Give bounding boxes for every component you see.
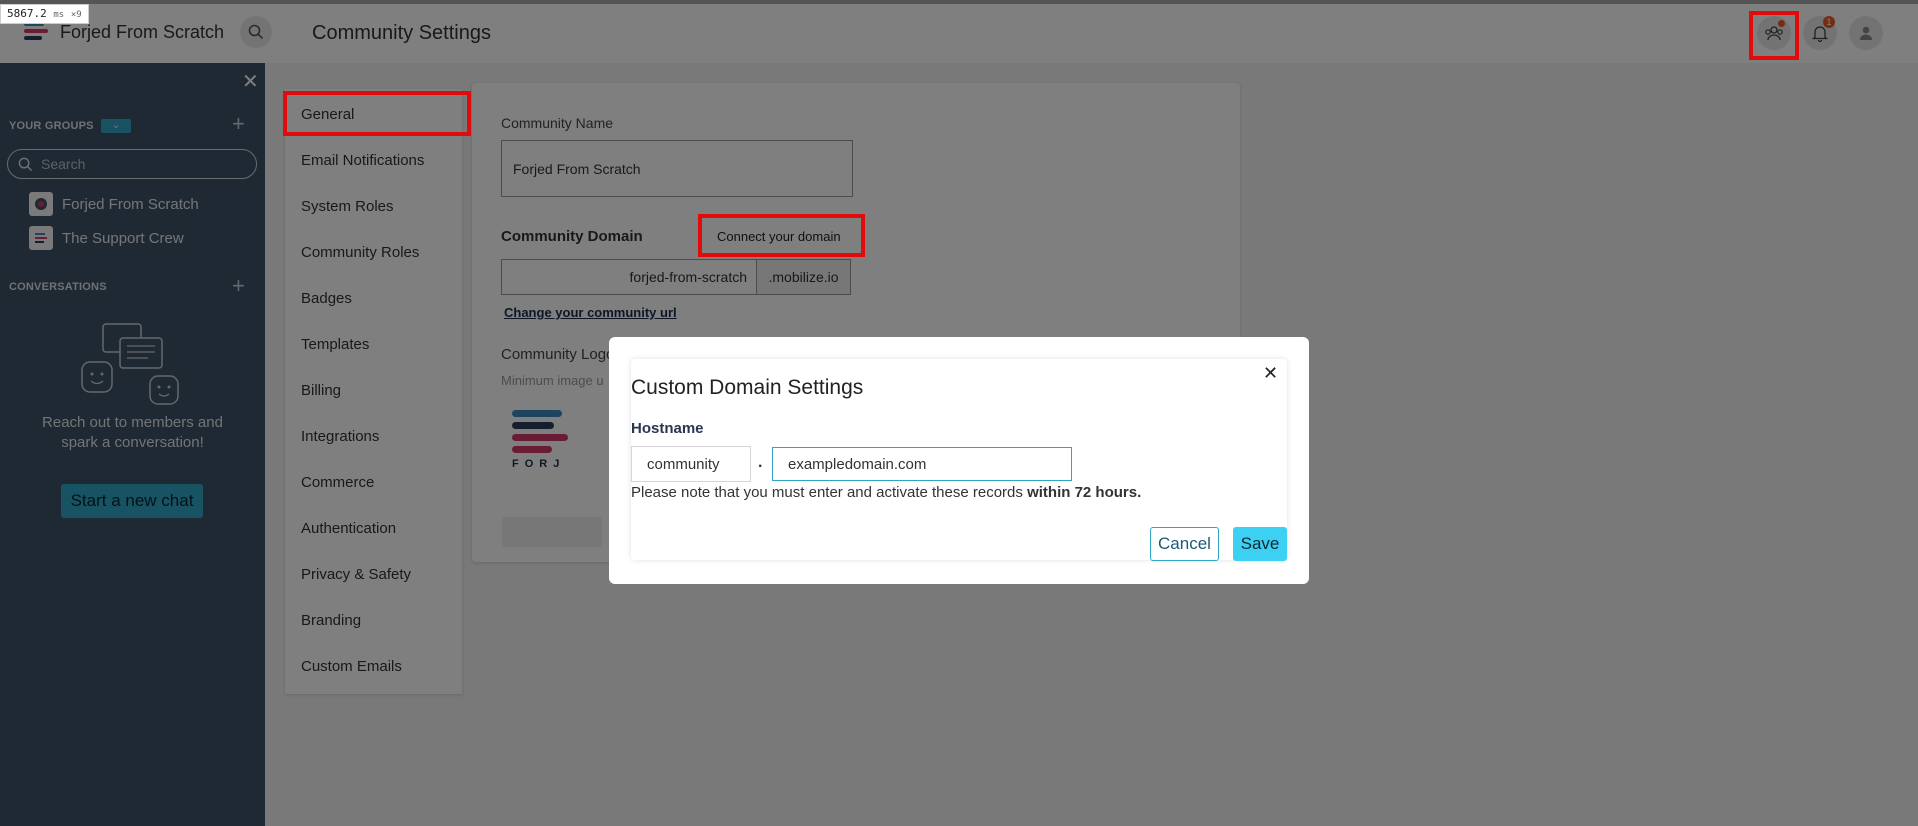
highlight-members-button [1749,11,1799,60]
hostname-domain-input[interactable] [772,447,1072,481]
perf-unit: ms [53,10,65,20]
perf-suffix: ×9 [70,10,82,20]
hostname-separator: . [758,454,763,471]
highlight-connect-domain [698,214,865,257]
modal-note-text: Please note that you must enter and acti… [631,484,1028,501]
modal-close-icon[interactable]: ✕ [1263,363,1278,384]
cancel-button[interactable]: Cancel [1150,527,1219,561]
modal-note-deadline: within 72 hours. [1027,484,1142,501]
save-button[interactable]: Save [1233,527,1287,561]
hostname-subdomain-input[interactable] [631,446,751,482]
perf-time: 5867.2 [7,7,47,20]
highlight-nav-general [283,91,471,136]
modal-note: Please note that you must enter and acti… [631,484,1141,501]
perf-counter: 5867.2 ms ×9 [0,4,89,24]
modal-title: Custom Domain Settings [631,376,864,399]
hostname-label: Hostname [631,420,704,437]
